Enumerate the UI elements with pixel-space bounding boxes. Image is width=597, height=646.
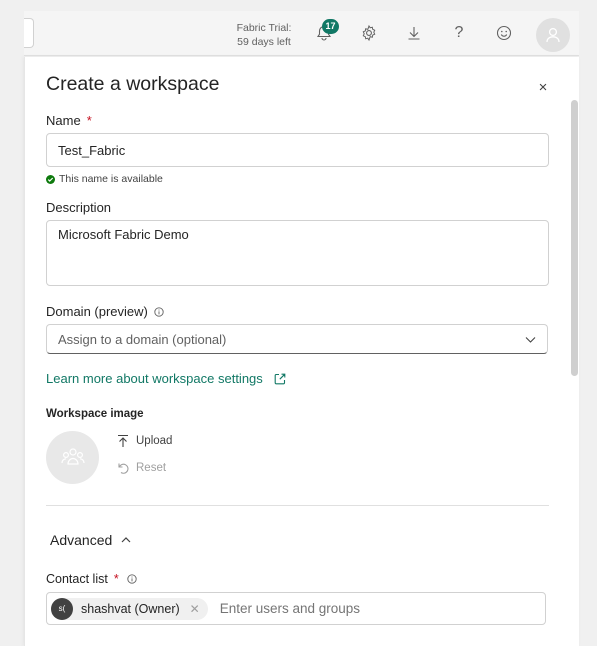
trial-line-2: 59 days left [237, 36, 291, 48]
trial-status[interactable]: Fabric Trial: 59 days left [229, 21, 299, 49]
domain-label: Domain (preview) [46, 304, 164, 319]
account-icon [546, 27, 560, 43]
contact-search-input[interactable] [219, 601, 470, 616]
trial-line-1: Fabric Trial: [236, 22, 292, 34]
close-icon: × [538, 78, 548, 96]
open-external-icon [274, 373, 286, 384]
feedback-icon[interactable] [493, 22, 515, 44]
workspace-image-label: Workspace image [46, 408, 144, 420]
section-divider [46, 505, 549, 506]
learn-more-text: Learn more about workspace settings [46, 371, 263, 386]
contact-list-picker[interactable]: s( shashvat (Owner) ✕ [46, 592, 546, 625]
name-input-value: Test_Fabric [58, 142, 126, 158]
contact-list-label: Contact list * [46, 572, 137, 586]
notification-badge: 17 [322, 19, 339, 34]
name-label: Name * [46, 113, 92, 128]
availability-text: This name is available [59, 173, 163, 185]
panel-scrollbar[interactable] [571, 100, 578, 376]
check-icon [46, 174, 55, 184]
description-value: Microsoft Fabric Demo [58, 227, 189, 242]
contact-required-mark: * [113, 572, 119, 586]
contact-chip[interactable]: s( shashvat (Owner) ✕ [51, 597, 208, 620]
download-icon[interactable] [403, 22, 425, 44]
contact-list-label-text: Contact list [46, 572, 108, 586]
panel-title: Create a workspace [46, 73, 220, 95]
info-icon[interactable] [127, 574, 137, 584]
help-icon[interactable]: ? [448, 22, 470, 44]
advanced-label: Advanced [50, 532, 113, 548]
account-avatar[interactable] [536, 18, 570, 52]
search-box-edge[interactable] [24, 18, 34, 48]
chevron-up-icon [121, 537, 131, 543]
domain-dropdown[interactable]: Assign to a domain (optional) [46, 324, 548, 354]
description-label: Description [46, 200, 112, 215]
learn-more-link[interactable]: Learn more about workspace settings [46, 371, 287, 386]
close-button[interactable]: × [533, 77, 553, 97]
remove-chip-icon[interactable]: ✕ [190, 602, 200, 616]
upload-icon [118, 434, 128, 447]
info-icon[interactable] [154, 306, 164, 317]
reset-button[interactable]: Reset [116, 461, 166, 475]
undo-icon [118, 463, 129, 474]
upload-button[interactable]: Upload [116, 434, 172, 448]
domain-placeholder: Assign to a domain (optional) [58, 331, 227, 347]
description-textarea[interactable]: Microsoft Fabric Demo [46, 220, 549, 286]
chevron-down-icon [525, 337, 536, 343]
name-input[interactable]: Test_Fabric [46, 133, 549, 167]
people-group-icon [60, 447, 85, 465]
workspace-image-placeholder [46, 431, 99, 484]
name-availability: This name is available [46, 173, 163, 185]
contact-avatar: s( [51, 597, 73, 620]
required-mark: * [86, 113, 92, 128]
contact-chip-name: shashvat (Owner) [81, 601, 180, 616]
domain-label-text: Domain (preview) [46, 304, 148, 319]
reset-label: Reset [136, 462, 167, 474]
upload-label: Upload [136, 435, 173, 447]
name-label-text: Name [46, 113, 81, 128]
gear-icon[interactable] [358, 22, 380, 44]
advanced-toggle[interactable]: Advanced [50, 532, 132, 548]
